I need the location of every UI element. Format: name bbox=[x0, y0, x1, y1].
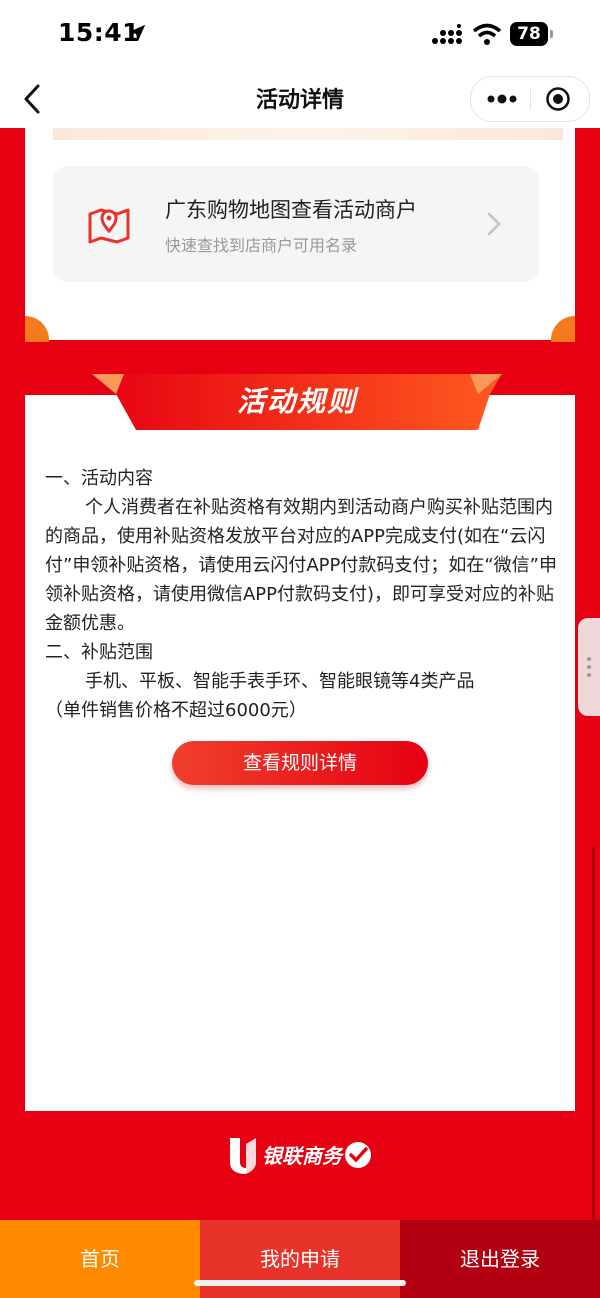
mini-program-capsule bbox=[470, 76, 590, 122]
capsule-divider bbox=[530, 88, 531, 110]
bottom-tab-bar: 首页 我的申请 退出登录 bbox=[0, 1220, 600, 1298]
floating-drag-handle[interactable] bbox=[578, 618, 600, 716]
wifi-icon bbox=[472, 23, 502, 45]
signal-icon bbox=[432, 24, 462, 44]
rules-section1-body: 个人消费者在补贴资格有效期内到活动商户购买补贴范围内的商品，使用补贴资格发放平台… bbox=[45, 497, 557, 634]
map-entry-subtitle: 快速查找到店商户可用名录 bbox=[165, 236, 358, 255]
home-indicator bbox=[194, 1280, 406, 1286]
target-icon[interactable] bbox=[545, 86, 571, 112]
tab-logout[interactable]: 退出登录 bbox=[400, 1220, 600, 1298]
ticket-notch-right bbox=[551, 316, 575, 342]
rules-section2-body: 手机、平板、智能手表手环、智能眼镜等4类产品 bbox=[85, 671, 475, 692]
scrollbar[interactable] bbox=[592, 846, 595, 1226]
battery-tip bbox=[550, 30, 553, 38]
rules-content: 一、活动内容 个人消费者在补贴资格有效期内到活动商户购买补贴范围内的商品，使用补… bbox=[45, 464, 557, 725]
more-icon[interactable] bbox=[485, 87, 519, 111]
tab-home[interactable]: 首页 bbox=[0, 1220, 200, 1298]
card-strip bbox=[53, 128, 563, 140]
rules-banner-title: 活动规则 bbox=[236, 385, 357, 418]
rules-section1-title: 一、活动内容 bbox=[45, 468, 153, 489]
tab-my-application[interactable]: 我的申请 bbox=[200, 1220, 400, 1298]
view-rule-details-button[interactable]: 查看规则详情 bbox=[172, 741, 428, 785]
ticket-notch-left bbox=[25, 316, 49, 342]
chevron-right-icon bbox=[487, 212, 501, 236]
logo-text: 银联商务 bbox=[262, 1144, 342, 1168]
location-arrow-icon bbox=[128, 24, 146, 42]
map-entry-title: 广东购物地图查看活动商户 bbox=[165, 198, 417, 222]
rules-section2-title: 二、补贴范围 bbox=[45, 642, 153, 663]
status-bar: 15:41 78 bbox=[0, 0, 600, 70]
drag-dots-icon bbox=[587, 657, 591, 677]
nav-bar: 活动详情 bbox=[0, 70, 600, 128]
battery-icon: 78 bbox=[510, 22, 548, 46]
map-pin-icon bbox=[88, 208, 130, 244]
map-entry[interactable]: 广东购物地图查看活动商户 快速查找到店商户可用名录 bbox=[53, 166, 539, 282]
top-card: 广东购物地图查看活动商户 快速查找到店商户可用名录 bbox=[25, 128, 575, 340]
rules-section2-note: （单件销售价格不超过6000元） bbox=[45, 700, 307, 721]
